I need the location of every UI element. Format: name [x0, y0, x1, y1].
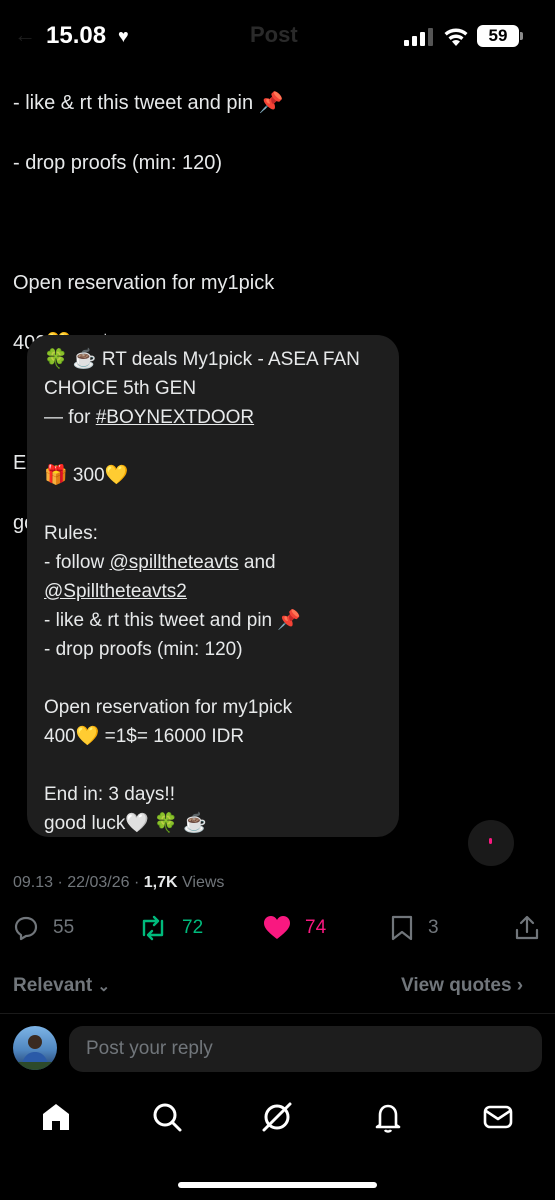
- quote-line: - follow @spilltheteavts and: [44, 548, 394, 577]
- view-quotes-link[interactable]: View quotes ›: [401, 975, 523, 997]
- search-icon[interactable]: [150, 1100, 184, 1134]
- plus-icon: [489, 838, 492, 844]
- post-meta: 09.13 · 22/03/26 · 1,7K Views: [13, 874, 225, 891]
- heart-icon: ♥: [118, 26, 129, 46]
- rule-prefix: - follow: [44, 552, 110, 573]
- quote-line: @Spilltheteavts2: [44, 577, 394, 606]
- reply-placeholder: Post your reply: [86, 1038, 213, 1059]
- view-quotes-label: View quotes: [401, 975, 512, 996]
- tweet-line: Open reservation for my1pick: [13, 272, 275, 294]
- grok-icon[interactable]: [260, 1100, 294, 1134]
- retweet-icon: [142, 915, 164, 941]
- views-label: Views: [182, 874, 225, 891]
- divider: [0, 1013, 555, 1014]
- quote-line: 🎁 300💛: [44, 465, 129, 486]
- chevron-right-icon: ›: [516, 975, 524, 996]
- quote-line: — for #BOYNEXTDOOR: [44, 403, 394, 432]
- views-count: 1,7K: [143, 874, 178, 891]
- quote-line: good luck🤍 🍀 ☕: [44, 813, 207, 834]
- home-icon[interactable]: [39, 1100, 73, 1134]
- tweet-line: - drop proofs (min: 120): [13, 152, 222, 174]
- battery-nub: [520, 32, 523, 40]
- home-indicator: [178, 1182, 377, 1188]
- quoted-post-text: 🍀 ☕ RT deals My1pick - ASEA FAN CHOICE 5…: [44, 345, 394, 838]
- quote-prefix: — for: [44, 407, 96, 428]
- quote-line: End in: 3 days!!: [44, 784, 175, 805]
- mention-link[interactable]: @Spilltheteavts2: [44, 581, 187, 602]
- share-icon: [515, 915, 539, 940]
- wifi-icon: [444, 28, 468, 46]
- share-button[interactable]: [514, 915, 554, 941]
- quote-line: Rules:: [44, 523, 98, 544]
- reply-count: 55: [53, 917, 75, 938]
- avatar[interactable]: [13, 1026, 57, 1070]
- bookmark-count: 3: [428, 917, 439, 938]
- quote-line: Open reservation for my1pick: [44, 697, 293, 718]
- rule-and: and: [238, 552, 276, 573]
- quote-line: 400💛 =1$= 16000 IDR: [44, 726, 245, 747]
- bottom-nav: [0, 1090, 555, 1150]
- notifications-icon[interactable]: [371, 1100, 405, 1134]
- bookmark-button[interactable]: 3: [390, 915, 439, 941]
- quote-line: 🍀 ☕ RT deals My1pick - ASEA FAN: [44, 349, 360, 370]
- reply-button[interactable]: 55: [13, 915, 74, 941]
- sort-label: Relevant: [13, 975, 93, 996]
- compose-button[interactable]: [468, 820, 514, 866]
- header-title: Post: [250, 22, 298, 47]
- sort-relevant-button[interactable]: Relevant ⌄: [13, 975, 110, 997]
- quote-line: - drop proofs (min: 120): [44, 639, 243, 660]
- bookmark-icon: [391, 915, 413, 941]
- quote-line: CHOICE 5th GEN: [44, 378, 197, 399]
- retweet-button[interactable]: 72: [138, 915, 203, 941]
- tweet-line: - like & rt this tweet and pin 📌: [13, 92, 284, 114]
- post-time: 09.13: [13, 874, 54, 891]
- retweet-count: 72: [182, 917, 204, 938]
- battery-indicator: 59: [477, 25, 519, 47]
- reply-icon: [14, 916, 38, 941]
- status-time: 15.08: [46, 22, 107, 49]
- signal-icon: [404, 28, 433, 46]
- post-date: 22/03/26: [67, 874, 130, 891]
- post-actions: 55 72 74 3: [0, 915, 555, 951]
- chevron-down-icon: ⌄: [97, 978, 111, 995]
- like-button[interactable]: 74: [263, 915, 326, 941]
- tweet-line: [13, 208, 533, 238]
- messages-icon[interactable]: [481, 1100, 515, 1134]
- mention-link[interactable]: @spilltheteavts: [109, 552, 238, 573]
- like-count: 74: [305, 917, 327, 938]
- avatar-image: [13, 1035, 57, 1070]
- heart-filled-icon: [264, 916, 290, 939]
- back-arrow-icon[interactable]: ←: [14, 22, 36, 48]
- quote-line: - like & rt this tweet and pin 📌: [44, 610, 302, 631]
- hashtag-link[interactable]: #BOYNEXTDOOR: [96, 407, 254, 428]
